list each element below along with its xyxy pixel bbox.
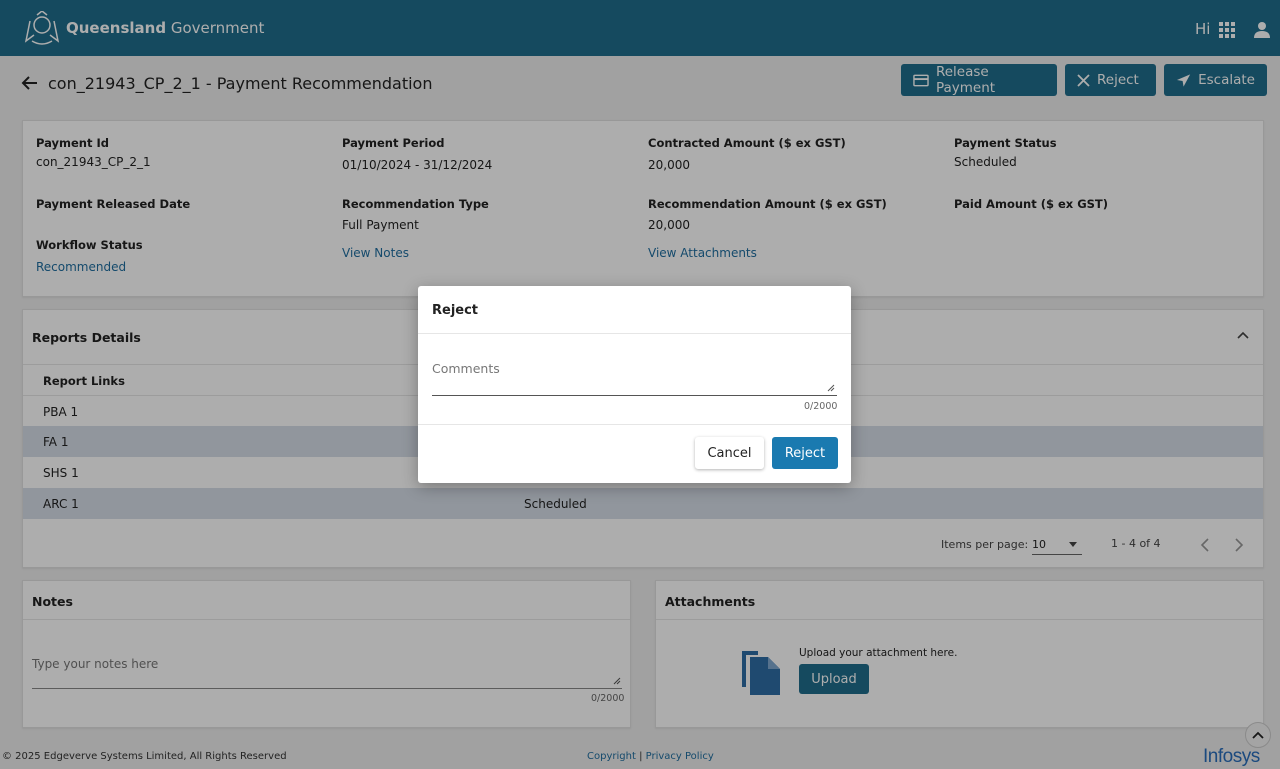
comments-counter: 0/2000 bbox=[804, 401, 838, 412]
dialog-title: Reject bbox=[432, 303, 479, 318]
confirm-reject-button[interactable]: Reject bbox=[772, 437, 838, 469]
cancel-button[interactable]: Cancel bbox=[695, 437, 764, 469]
reject-dialog: Reject Comments 0/2000 Cancel Reject bbox=[418, 286, 851, 483]
comments-textarea[interactable]: Comments bbox=[432, 361, 837, 396]
resize-grip-icon[interactable] bbox=[827, 384, 835, 392]
comments-placeholder: Comments bbox=[432, 361, 500, 376]
